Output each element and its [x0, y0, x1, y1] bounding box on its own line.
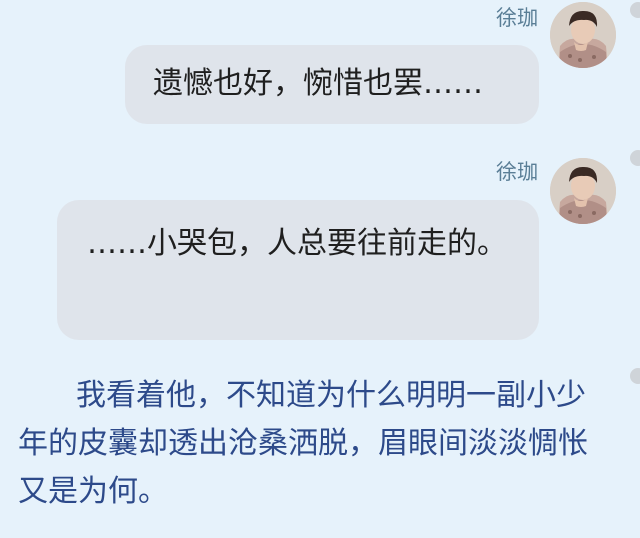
message-text: 遗憾也好，惋惜也罢……	[153, 66, 483, 101]
narration-paragraph: 我看着他，不知道为什么明明一副小少年的皮囊却透出沧桑洒脱，眉眼间淡淡惆怅又是为何…	[18, 378, 588, 509]
avatar[interactable]	[550, 2, 616, 68]
more-dot-icon[interactable]	[630, 150, 640, 166]
avatar-photo-icon	[550, 158, 616, 224]
sender-name: 徐珈	[496, 6, 538, 30]
more-dot-icon[interactable]	[630, 368, 640, 384]
avatar[interactable]	[550, 158, 616, 224]
more-dot-icon[interactable]	[630, 2, 640, 18]
message-text: ……小哭包，人总要往前走的。	[87, 226, 507, 261]
sender-name: 徐珈	[496, 160, 538, 184]
avatar-photo-icon	[550, 2, 616, 68]
chat-bubble[interactable]: ……小哭包，人总要往前走的。	[57, 200, 539, 340]
chat-bubble[interactable]: 遗憾也好，惋惜也罢……	[125, 45, 539, 124]
